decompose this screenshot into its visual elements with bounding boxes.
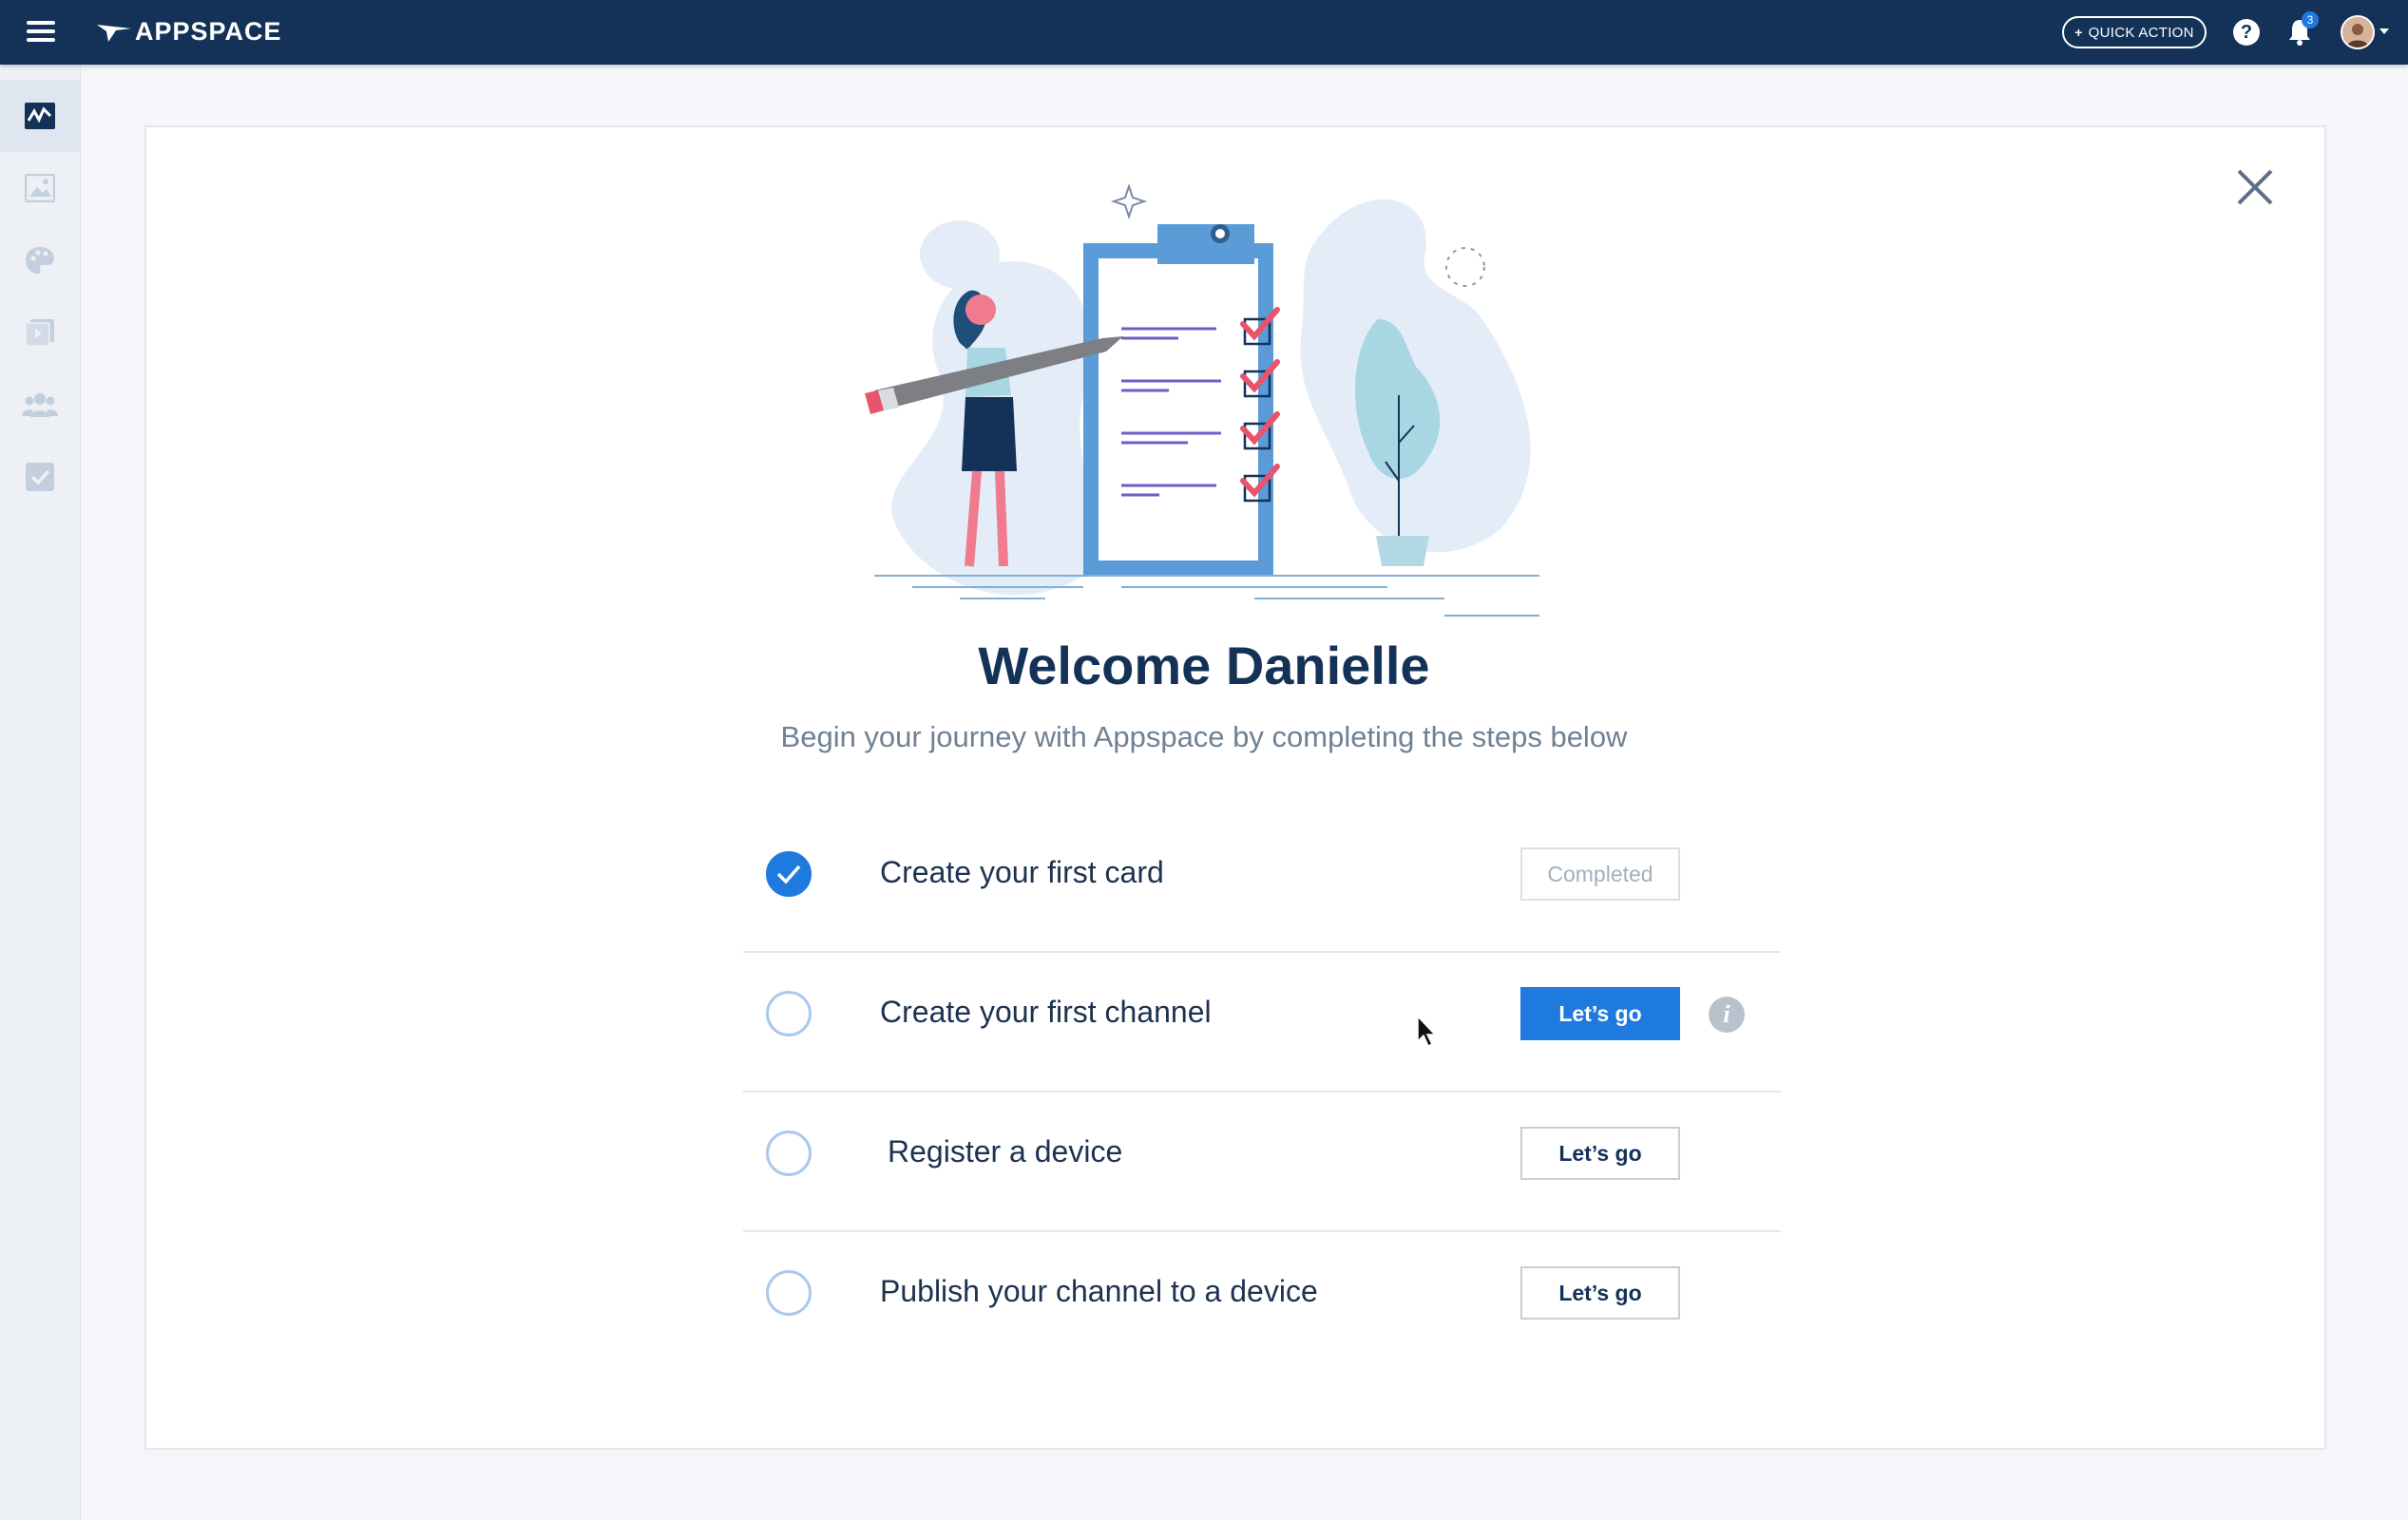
checkmark-icon [776,864,801,884]
checklist-illustration [865,182,1539,617]
logo-mark-icon [97,24,131,42]
sidebar-item-themes[interactable] [0,224,80,296]
completed-button[interactable]: Completed [1520,847,1680,901]
step-incomplete-circle [766,1270,812,1316]
onboarding-steps: Create your first card Completed Create … [743,813,1781,1370]
notification-badge: 3 [2302,11,2319,28]
lets-go-button[interactable]: Let’s go [1520,987,1680,1040]
tasks-icon [26,463,54,491]
help-icon[interactable]: ? [2233,19,2260,46]
media-icon [25,319,54,347]
sidebar-item-dashboard[interactable] [0,80,80,152]
menu-icon[interactable] [27,21,55,44]
step-label: Publish your channel to a device [880,1274,1318,1308]
avatar[interactable] [2341,15,2375,49]
step-complete-check [766,851,812,897]
sidebar-item-tasks[interactable] [0,441,80,513]
palette-icon [26,247,54,274]
users-icon [22,393,58,417]
logo-text: APPSPACE [135,17,282,46]
sidebar-item-images[interactable] [0,152,80,224]
avatar-image [2342,17,2373,48]
welcome-subtitle: Begin your journey with Appspace by comp… [780,720,1628,753]
quick-action-button[interactable]: + QUICK ACTION [2062,16,2207,48]
step-label: Register a device [888,1134,1123,1168]
welcome-title: Welcome Danielle [978,636,1430,695]
plus-icon: + [2074,25,2083,40]
step-publish-channel: Publish your channel to a device Let’s g… [743,1232,1781,1370]
step-incomplete-circle [766,1130,812,1176]
step-incomplete-circle [766,991,812,1036]
sidebar-item-users[interactable] [0,369,80,441]
step-label: Create your first card [880,855,1164,889]
step-create-channel: Create your first channel Let’s go i [743,953,1781,1092]
quick-action-label: QUICK ACTION [2088,24,2194,41]
sidebar-item-media[interactable] [0,296,80,369]
close-icon[interactable] [2235,167,2275,207]
dashboard-icon [25,103,55,129]
mouse-cursor-icon [1417,1015,1437,1048]
info-icon[interactable]: i [1709,997,1745,1033]
step-create-card: Create your first card Completed [743,813,1781,953]
image-icon [25,174,55,202]
avatar-caret-icon[interactable] [2379,28,2389,34]
step-label: Create your first channel [880,995,1212,1029]
top-bar: APPSPACE + QUICK ACTION ? 3 [0,0,2408,65]
lets-go-button[interactable]: Let’s go [1520,1266,1680,1320]
lets-go-button[interactable]: Let’s go [1520,1127,1680,1180]
sidebar [0,65,81,1520]
step-register-device: Register a device Let’s go [743,1092,1781,1232]
appspace-logo[interactable]: APPSPACE [95,17,282,47]
